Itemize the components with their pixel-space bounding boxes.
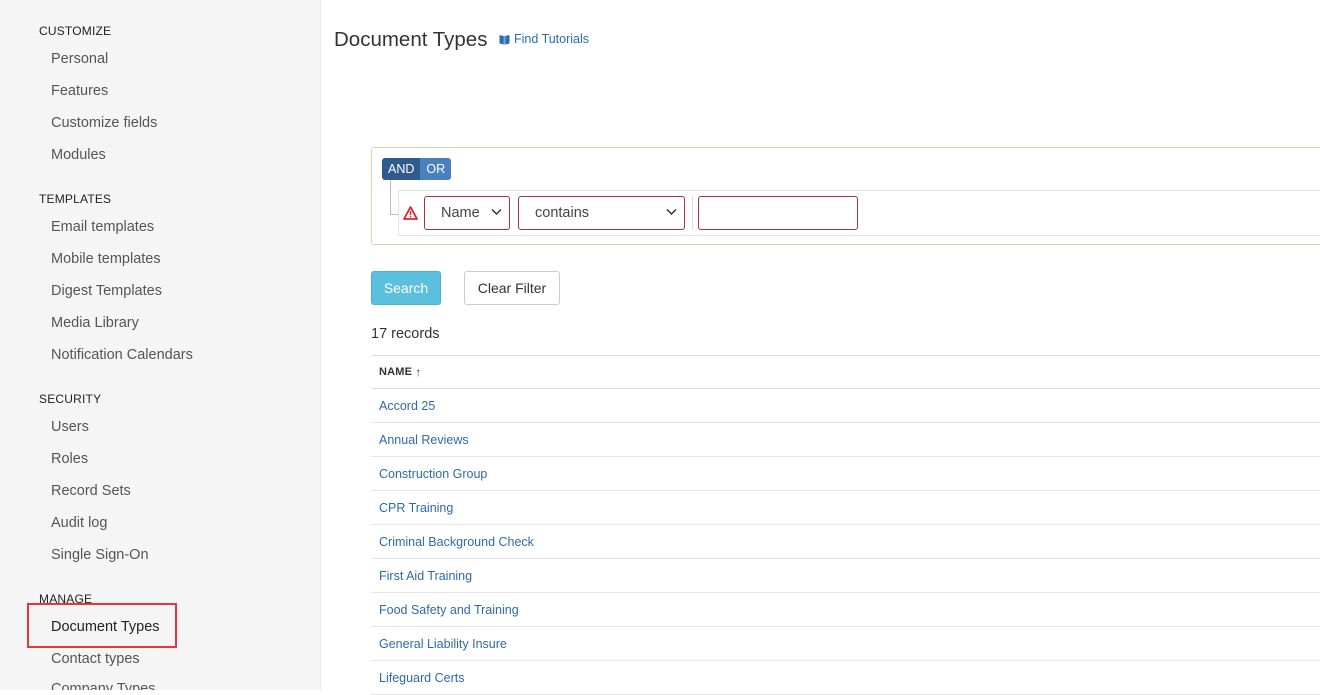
sidebar-heading-customize: CUSTOMIZE <box>39 24 112 38</box>
table-row: General Liability Insure <box>371 627 1320 661</box>
chevron-down-icon <box>491 208 502 216</box>
sidebar-item-record-sets[interactable]: Record Sets <box>51 482 131 500</box>
column-header-name[interactable]: NAME ↑ <box>371 355 1320 389</box>
sidebar: CUSTOMIZE Personal Features Customize fi… <box>0 0 321 690</box>
filter-rule-row: Name contains <box>398 190 1320 236</box>
row-link[interactable]: Accord 25 <box>379 399 435 413</box>
sidebar-item-notification-calendars[interactable]: Notification Calendars <box>51 346 193 364</box>
row-link[interactable]: CPR Training <box>379 501 453 515</box>
filter-operator-select[interactable]: contains <box>518 196 685 230</box>
row-link[interactable]: Lifeguard Certs <box>379 671 464 685</box>
table-row: Construction Group <box>371 457 1320 491</box>
sidebar-item-single-sign-on[interactable]: Single Sign-On <box>51 546 149 564</box>
row-link[interactable]: First Aid Training <box>379 569 472 583</box>
row-link[interactable]: Criminal Background Check <box>379 535 534 549</box>
column-header-label: NAME <box>379 366 413 378</box>
or-toggle-button[interactable]: OR <box>420 158 452 180</box>
sidebar-item-company-types[interactable]: Company Types <box>51 680 156 690</box>
sidebar-item-email-templates[interactable]: Email templates <box>51 218 154 236</box>
sidebar-item-roles[interactable]: Roles <box>51 450 88 468</box>
sidebar-item-users[interactable]: Users <box>51 418 89 436</box>
sidebar-heading-security: SECURITY <box>39 392 102 406</box>
logic-toggle: AND OR <box>382 158 452 180</box>
sidebar-heading-templates: TEMPLATES <box>39 192 112 206</box>
main-content: Document Types Find Tutorials AND OR Nam… <box>321 0 1320 695</box>
warning-triangle-icon <box>403 206 418 220</box>
sidebar-item-modules[interactable]: Modules <box>51 146 106 164</box>
rule-divider <box>692 196 693 230</box>
sidebar-item-features[interactable]: Features <box>51 82 108 100</box>
sidebar-item-audit-log[interactable]: Audit log <box>51 514 107 532</box>
clear-filter-button[interactable]: Clear Filter <box>464 271 560 305</box>
chevron-down-icon <box>666 208 677 216</box>
table-row: Criminal Background Check <box>371 525 1320 559</box>
sidebar-item-media-library[interactable]: Media Library <box>51 314 139 332</box>
table-row: CPR Training <box>371 491 1320 525</box>
row-link[interactable]: Construction Group <box>379 467 487 481</box>
sidebar-item-customize-fields[interactable]: Customize fields <box>51 114 157 132</box>
sidebar-item-document-types[interactable]: Document Types <box>51 618 160 636</box>
row-link[interactable]: General Liability Insure <box>379 637 507 651</box>
table-row: First Aid Training <box>371 559 1320 593</box>
table-row: Annual Reviews <box>371 423 1320 457</box>
document-types-table: NAME ↑ Accord 25 Annual Reviews Construc… <box>371 355 1320 695</box>
search-button[interactable]: Search <box>371 271 441 305</box>
and-toggle-button[interactable]: AND <box>382 158 421 180</box>
filter-field-value: Name <box>441 205 480 221</box>
sidebar-item-contact-types[interactable]: Contact types <box>51 650 140 668</box>
filter-value-input[interactable] <box>698 196 858 230</box>
row-link[interactable]: Annual Reviews <box>379 433 469 447</box>
records-count: 17 records <box>371 326 440 342</box>
filter-field-select[interactable]: Name <box>424 196 510 230</box>
filter-operator-value: contains <box>535 205 590 221</box>
page-title: Document Types <box>334 28 488 51</box>
sidebar-item-mobile-templates[interactable]: Mobile templates <box>51 250 161 268</box>
sort-ascending-icon: ↑ <box>415 365 422 379</box>
sidebar-item-digest-templates[interactable]: Digest Templates <box>51 282 162 300</box>
find-tutorials-label: Find Tutorials <box>514 32 590 46</box>
table-row: Food Safety and Training <box>371 593 1320 627</box>
table-row: Accord 25 <box>371 389 1320 423</box>
filter-builder: AND OR Name contains <box>371 147 1320 245</box>
book-icon <box>499 34 510 44</box>
row-link[interactable]: Food Safety and Training <box>379 603 519 617</box>
sidebar-item-personal[interactable]: Personal <box>51 50 108 68</box>
find-tutorials-link[interactable]: Find Tutorials <box>499 32 589 46</box>
